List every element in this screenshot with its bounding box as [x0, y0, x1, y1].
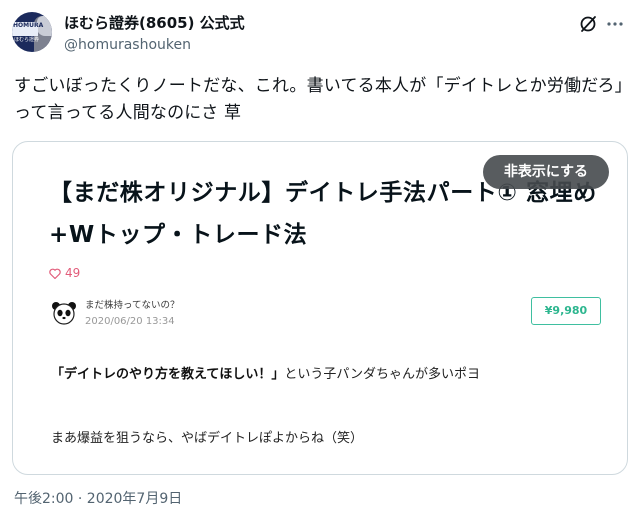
link-card[interactable]: 【まだ株オリジナル】デイトレ手法パート① 窓埋め+Wトップ・トレード法 非表示に…: [12, 141, 628, 475]
price-badge: ¥9,980: [531, 297, 601, 325]
tweet-timestamp[interactable]: 午後2:00 · 2020年7月9日: [14, 490, 182, 508]
like-count-value: 49: [65, 266, 81, 280]
card-author-name: まだ株持ってないの？: [85, 300, 180, 311]
avatar-brand: HOMURA: [13, 22, 44, 29]
card-body-rest: という子パンダちゃんが多いポヨ: [284, 367, 481, 382]
author-display-name[interactable]: ほむら證券(8605) 公式式: [64, 13, 245, 33]
tweet-text: すごいぼったくりノートだな、これ。書いてる本人が「デイトレとか労働だろ」って言っ…: [14, 76, 624, 123]
card-date: 2020/06/20 13:34: [85, 316, 175, 327]
author-avatar[interactable]: HOMURA ほむら證券: [12, 12, 52, 52]
like-count: 49: [49, 266, 80, 280]
card-body-quote: 「デイトレのやり方を教えてほしい！」: [51, 367, 285, 382]
author-handle[interactable]: @homurashouken: [64, 36, 191, 54]
panda-avatar-icon: [52, 302, 76, 325]
hide-button[interactable]: 非表示にする: [483, 155, 609, 189]
more-icon[interactable]: [605, 14, 625, 34]
card-body-line-2: まあ爆益を狙うなら、やばデイトレぽよからね（笑）: [51, 431, 364, 446]
heart-icon: [49, 268, 61, 280]
card-body-line-1: 「デイトレのやり方を教えてほしい！」という子パンダちゃんが多いポヨ: [51, 366, 480, 384]
avatar-sub: ほむら證券: [14, 37, 40, 43]
grok-icon[interactable]: [578, 14, 598, 34]
